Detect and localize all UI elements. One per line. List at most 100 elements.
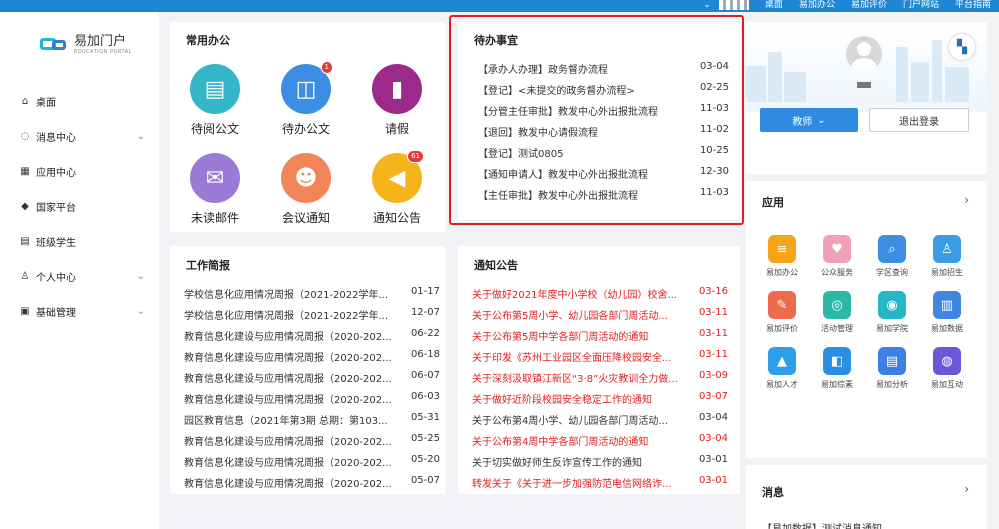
sidebar-item[interactable]: ⌂ 桌面: [0, 84, 159, 119]
list-item[interactable]: 关于做好2021年度中小学校（幼儿园）校舍... 03-16: [472, 286, 728, 301]
list-item[interactable]: 教育信息化建设与应用情况周报（2020-202... 05-20: [184, 454, 440, 469]
list-item[interactable]: 关于公布第5周小学、幼儿园各部门周活动... 03-11: [472, 307, 728, 322]
list-item-title: 关于公布第5周小学、幼儿园各部门周活动...: [472, 311, 668, 322]
app-item[interactable]: ♙ 易加招生: [923, 235, 971, 278]
sidebar-item[interactable]: ◌ 消息中心 ⌄: [0, 119, 159, 154]
list-item-title: 转发关于《关于进一步加强防范电信网络诈...: [472, 479, 672, 490]
list-item-title: 关于公布第5周中学各部门周活动的通知: [472, 332, 649, 343]
sidebar-item-label: 基础管理: [36, 308, 76, 319]
logo[interactable]: 易加门户 EDUCATION PORTAL: [40, 34, 132, 55]
top-nav-item[interactable]: 易加办公: [799, 0, 835, 11]
message-item[interactable]: 【易加数据】测试消息通知: [762, 520, 882, 529]
list-item[interactable]: 转发关于《关于进一步加强防范电信网络诈... 03-01: [472, 475, 728, 490]
list-item[interactable]: 关于深刻汲取镇江新区“3·8”火灾教训全力做... 03-09: [472, 370, 728, 385]
list-item[interactable]: 学校信息化应用情况周报（2021-2022学年... 01-17: [184, 286, 440, 301]
app-item[interactable]: ▲ 易加人才: [758, 347, 806, 390]
avatar[interactable]: [846, 36, 882, 72]
office-tile[interactable]: ◫ 1 待办公文: [266, 61, 346, 137]
app-item[interactable]: ◉ 易加学院: [868, 291, 916, 334]
list-item[interactable]: 关于印发《苏州工业园区全面压降校园安全... 03-11: [472, 349, 728, 364]
list-item[interactable]: 教育信息化建设与应用情况周报（2020-202... 06-22: [184, 328, 440, 343]
sidebar-item[interactable]: ▣ 基础管理 ⌄: [0, 294, 159, 329]
office-tile-label: 通知公告: [372, 211, 421, 225]
list-item[interactable]: 教育信息化建设与应用情况周报（2020-202... 05-25: [184, 433, 440, 448]
list-item-date: 03-16: [698, 286, 728, 297]
page-scrollbar[interactable]: [993, 12, 999, 529]
list-item[interactable]: 教育信息化建设与应用情况周报（2020-202... 06-03: [184, 391, 440, 406]
home-icon: ⌂: [21, 96, 29, 107]
role-select-button[interactable]: 教师 ⌄: [760, 108, 858, 132]
list-item[interactable]: 关于做好近阶段校园安全稳定工作的通知 03-07: [472, 391, 728, 406]
profile-card: ▚ 教师 ⌄ 退出登录: [746, 22, 987, 174]
office-tile[interactable]: ▮ 请假: [357, 64, 437, 137]
sidebar-item-label: 班级学生: [36, 238, 76, 249]
sidebar-item[interactable]: ♙ 个人中心 ⌄: [0, 259, 159, 294]
list-item[interactable]: 关于公布第5周中学各部门周活动的通知 03-11: [472, 328, 728, 343]
app-icon: ◉: [878, 291, 906, 319]
app-item[interactable]: ♥ 公众服务: [813, 235, 861, 278]
list-item-title: 关于做好近阶段校园安全稳定工作的通知: [472, 395, 652, 406]
chevron-down-icon[interactable]: ⌄: [703, 0, 711, 11]
office-tile[interactable]: ◀ 61 通知公告: [357, 150, 437, 226]
top-nav-item[interactable]: 易加评价: [851, 0, 887, 11]
list-item-title: 关于公布第4周小学、幼儿园各部门周活动...: [472, 416, 668, 427]
list-item-title: 教育信息化建设与应用情况周报（2020-202...: [184, 395, 392, 406]
app-icon: ⌕: [878, 235, 906, 263]
list-item-date: 05-20: [410, 454, 440, 465]
list-item[interactable]: 关于切实做好师生反诈宣传工作的通知 03-01: [472, 454, 728, 469]
app-label: 易加学院: [876, 324, 908, 333]
top-nav-item[interactable]: 平台指南: [955, 0, 991, 11]
layout-switch-icon[interactable]: ▚: [949, 34, 975, 60]
office-tile[interactable]: ▤ 待阅公文: [175, 64, 255, 137]
user-icon: ♙: [20, 271, 30, 282]
list-item[interactable]: 教育信息化建设与应用情况周报（2020-202... 06-07: [184, 370, 440, 385]
list-item[interactable]: 学校信息化应用情况周报（2021-2022学年... 12-07: [184, 307, 440, 322]
role-label: 教师: [792, 116, 813, 128]
top-nav-item[interactable]: 桌面: [765, 0, 783, 11]
app-item[interactable]: ▤ 易加分析: [868, 347, 916, 390]
app-icon: ♥: [823, 235, 851, 263]
notice-list: 关于做好2021年度中小学校（幼儿园）校舍... 03-16 关于公布第5周小学、幼…: [472, 286, 728, 491]
app-item[interactable]: ◎ 活动管理: [813, 291, 861, 334]
apps-card: 应用 › ≡ 易加办公 ♥ 公众服务 ⌕ 学区查询 ♙ 易加招生 ✎ 易加评价 ◎ 活动管理 ◉ 易加学院…: [746, 181, 987, 458]
list-item[interactable]: 园区教育信息（2021年第3期 总期：第103... 05-31: [184, 412, 440, 427]
app-item[interactable]: ⌕ 学区查询: [868, 235, 916, 278]
sidebar-item[interactable]: ◆ 国家平台: [0, 189, 159, 224]
list-item-date: 03-11: [698, 349, 728, 360]
document-icon: ▣: [20, 306, 30, 317]
chevron-right-icon[interactable]: ›: [964, 193, 969, 207]
list-item-title: 关于切实做好师生反诈宣传工作的通知: [472, 458, 642, 469]
list-item[interactable]: 教育信息化建设与应用情况周报（2020-202... 05-07: [184, 475, 440, 490]
list-item-date: 05-31: [410, 412, 440, 423]
top-nav-item[interactable]: 门户网站: [903, 0, 939, 11]
list-item-date: 01-17: [410, 286, 440, 297]
sidebar-item[interactable]: ▤ 班级学生: [0, 224, 159, 259]
work-report-list: 学校信息化应用情况周报（2021-2022学年... 01-17 学校信息化应用情况…: [184, 286, 440, 491]
logout-button[interactable]: 退出登录: [869, 108, 969, 132]
app-item[interactable]: ≡ 易加办公: [758, 235, 806, 278]
office-tile[interactable]: ✉ 未读邮件: [175, 153, 255, 226]
list-item[interactable]: 关于公布第4周中学各部门周活动的通知 03-04: [472, 433, 728, 448]
list-item-title: 教育信息化建设与应用情况周报（2020-202...: [184, 437, 392, 448]
app-item[interactable]: ▥ 易加数据: [923, 291, 971, 334]
list-item-title: 关于做好2021年度中小学校（幼儿园）校舍...: [472, 290, 677, 301]
app-label: 易加综素: [821, 380, 853, 389]
list-item-date: 06-07: [410, 370, 440, 381]
list-item-title: 关于深刻汲取镇江新区“3·8”火灾教训全力做...: [472, 374, 678, 385]
list-item-title: 教育信息化建设与应用情况周报（2020-202...: [184, 374, 392, 385]
app-icon: ▥: [933, 291, 961, 319]
app-item[interactable]: ✎ 易加评价: [758, 291, 806, 334]
chevron-right-icon[interactable]: ›: [964, 482, 969, 496]
app-item[interactable]: ◧ 易加综素: [813, 347, 861, 390]
list-item[interactable]: 关于公布第4周小学、幼儿园各部门周活动... 03-04: [472, 412, 728, 427]
sidebar-item[interactable]: ▦ 应用中心: [0, 154, 159, 189]
list-item-title: 教育信息化建设与应用情况周报（2020-202...: [184, 479, 392, 490]
apps-grid-icon: ▦: [20, 166, 30, 177]
app-item[interactable]: ◍ 易加互动: [923, 347, 971, 390]
list-item-title: 关于公布第4周中学各部门周活动的通知: [472, 437, 649, 448]
office-tile-icon: ◀ 61: [372, 150, 424, 203]
qr-code-icon[interactable]: [718, 0, 749, 10]
list-item[interactable]: 教育信息化建设与应用情况周报（2020-202... 06-18: [184, 349, 440, 364]
office-tile[interactable]: ☻ 会议通知: [266, 153, 346, 226]
list-item-date: 03-04: [698, 433, 728, 444]
